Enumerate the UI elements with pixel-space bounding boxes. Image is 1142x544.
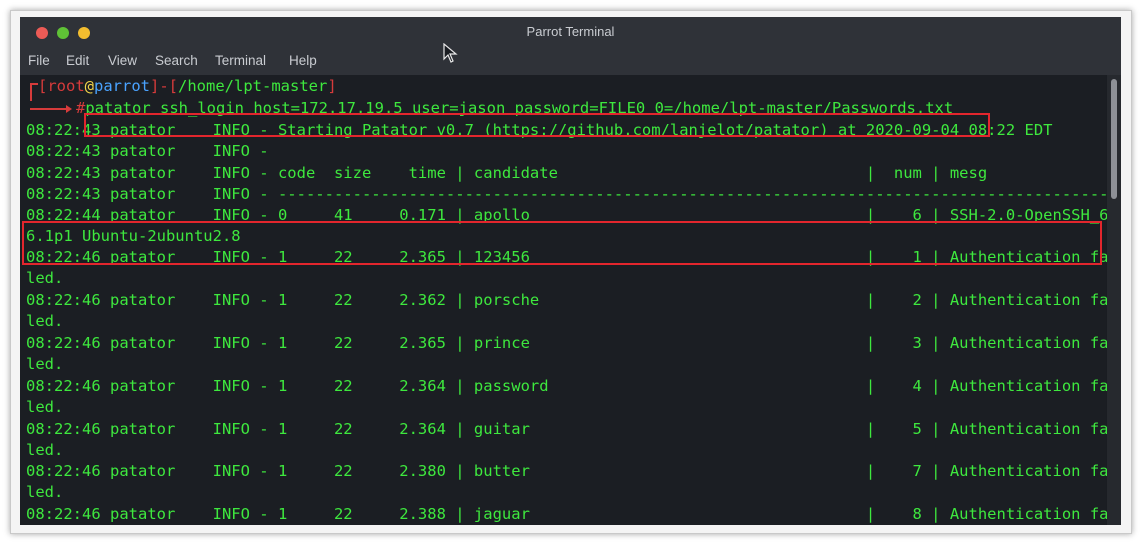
success-highlight: [22, 221, 1102, 265]
terminal-output[interactable]: [root@parrot]-[/home/lpt-master] #patato…: [20, 75, 1118, 525]
output-line: 08:22:46 patator INFO - 1 22 2.364 | gui…: [26, 420, 1118, 438]
terminal-window: Parrot Terminal File Edit View Search Te…: [20, 17, 1121, 525]
mouse-pointer-icon: [443, 43, 458, 63]
output-line: 08:22:46 patator INFO - 1 22 2.365 | pri…: [26, 334, 1118, 352]
output-line: 08:22:43 patator INFO - ----------------…: [26, 185, 1109, 203]
output-line: 08:22:46 patator INFO - 1 22 2.362 | por…: [26, 291, 1118, 309]
window-title: Parrot Terminal: [526, 24, 615, 39]
scrollbar-thumb[interactable]: [1111, 79, 1117, 199]
prompt-at: @: [84, 77, 95, 95]
prompt-arrow-icon: [30, 105, 72, 113]
output-line: led.: [26, 441, 64, 459]
output-line: 08:22:46 patator INFO - 1 22 2.388 | jag…: [26, 505, 1118, 523]
output-line: 08:22:43 patator INFO -: [26, 142, 269, 160]
output-line: led.: [26, 483, 64, 501]
menu-view[interactable]: View: [108, 53, 137, 68]
output-line: led.: [26, 312, 64, 330]
prompt-host: parrot: [94, 77, 151, 95]
menu-help[interactable]: Help: [289, 53, 317, 68]
output-line: 08:22:43 patator INFO - code size time |…: [26, 164, 988, 182]
menu-file[interactable]: File: [28, 53, 50, 68]
menu-terminal[interactable]: Terminal: [215, 53, 266, 68]
output-line: 08:22:46 patator INFO - 1 22 2.380 | but…: [26, 462, 1118, 480]
menu-bar: File Edit View Search Terminal Help: [20, 47, 1121, 75]
prompt-bracket-icon: [30, 83, 38, 101]
output-line: 08:22:46 patator INFO - 1 22 2.364 | pas…: [26, 377, 1118, 395]
scrollbar[interactable]: [1107, 75, 1121, 525]
output-line: led.: [26, 355, 64, 373]
output-line: led.: [26, 269, 64, 287]
menu-search[interactable]: Search: [155, 53, 198, 68]
prompt-path: /home/lpt-master: [178, 77, 328, 95]
output-line: led.: [26, 398, 64, 416]
command-highlight: [84, 113, 990, 137]
prompt-line: [root@parrot]-[/home/lpt-master]: [38, 77, 337, 95]
menu-edit[interactable]: Edit: [66, 53, 89, 68]
prompt-user: root: [47, 77, 85, 95]
title-bar: Parrot Terminal: [20, 17, 1121, 47]
